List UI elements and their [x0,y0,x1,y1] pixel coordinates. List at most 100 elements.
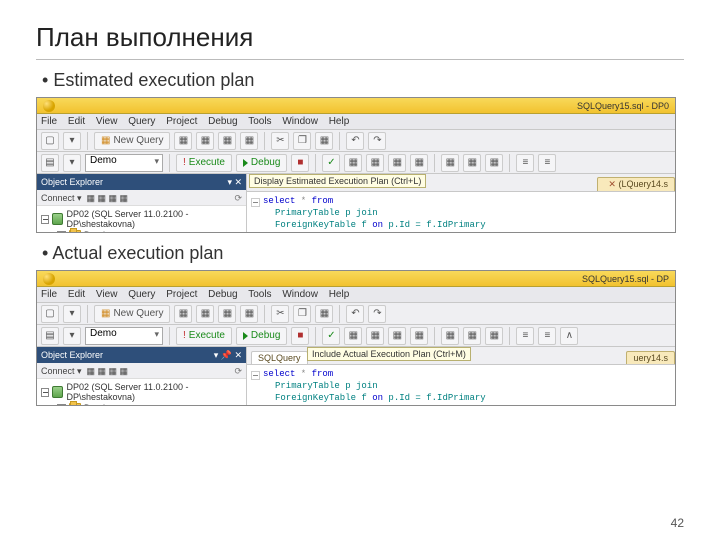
paste-icon[interactable]: ▦ [315,305,333,323]
tb-icon[interactable]: ▦ [174,132,192,150]
open-icon[interactable]: ▾ [63,305,81,323]
open-icon[interactable]: ▾ [63,132,81,150]
server-node[interactable]: DP02 (SQL Server 11.0.2100 - DP\shestako… [66,209,242,229]
copy-icon[interactable]: ❐ [293,132,311,150]
menu-file[interactable]: File [41,289,57,300]
collapse-icon[interactable] [41,388,49,397]
tb-icon[interactable]: ≡ [538,154,556,172]
fold-icon[interactable] [251,198,260,207]
menu-query[interactable]: Query [128,289,155,300]
connect-button[interactable]: Connect ▾ [41,366,82,376]
pin-icon[interactable]: ⟳ [234,190,242,206]
tab-active[interactable]: SQLQuery [251,351,308,364]
toolbar-1: ▢ ▾ ▦New Query ▦ ▦ ▦ ▦ ✂ ❐ ▦ ↶ ↷ [37,130,675,152]
new-query-button[interactable]: ▦New Query [94,132,170,150]
tb-icon[interactable]: ▦ [240,132,258,150]
tab-other[interactable]: uery14.s [626,351,675,364]
new-file-icon[interactable]: ▢ [41,132,59,150]
actual-plan-icon[interactable]: ▦ [410,327,428,345]
tb-icon[interactable]: ▦ [218,305,236,323]
copy-icon[interactable]: ❐ [293,305,311,323]
new-file-icon[interactable]: ▢ [41,305,59,323]
paste-icon[interactable]: ▦ [315,132,333,150]
estimated-plan-icon[interactable]: ▦ [344,154,362,172]
tb-icon[interactable]: ▦ [366,154,384,172]
stop-icon[interactable]: ■ [291,154,309,172]
databases-node[interactable]: Databases [84,403,127,406]
connect-button[interactable]: Connect ▾ [41,193,82,203]
menu-query[interactable]: Query [128,116,155,127]
server-node[interactable]: DP02 (SQL Server 11.0.2100 - DP\shestako… [66,382,242,402]
tb-icon[interactable]: ▦ [366,327,384,345]
cut-icon[interactable]: ✂ [271,305,289,323]
menu-window[interactable]: Window [282,289,318,300]
object-explorer-title: Object Explorer [41,174,103,190]
tb-icon[interactable]: ≡ [516,327,534,345]
tb-icon[interactable]: ▦ [218,132,236,150]
close-icon[interactable]: ▾ ✕ [227,174,242,190]
tb-icon[interactable]: ▦ [240,305,258,323]
database-selector[interactable]: Demo [85,154,163,172]
tb-icon[interactable]: ▦ [463,154,481,172]
menu-debug[interactable]: Debug [208,116,237,127]
tb-icon[interactable]: ▦ [174,305,192,323]
tb-icon[interactable]: ▦ [196,305,214,323]
estimated-plan-icon[interactable]: ▦ [344,327,362,345]
databases-node[interactable]: Databases [84,230,127,233]
menu-help[interactable]: Help [329,116,350,127]
tb-icon[interactable]: ▦ [388,327,406,345]
tb-icon[interactable]: ▦ [441,154,459,172]
tb-icon[interactable]: ▤ [41,327,59,345]
sql-editor[interactable]: select * from PrimaryTable p join Foreig… [247,365,675,406]
menu-debug[interactable]: Debug [208,289,237,300]
tb-icon[interactable]: ▦ [441,327,459,345]
execute-button[interactable]: !Execute [176,154,232,172]
collapse-icon[interactable] [41,215,49,224]
menu-project[interactable]: Project [166,289,197,300]
menu-view[interactable]: View [96,289,118,300]
tb-icon[interactable]: ▾ [63,327,81,345]
tb-icon[interactable]: ▤ [41,154,59,172]
parse-icon[interactable]: ✓ [322,154,340,172]
menu-project[interactable]: Project [166,116,197,127]
new-query-button[interactable]: ▦New Query [94,305,170,323]
tb-icon[interactable]: ▦ [485,327,503,345]
close-icon[interactable]: ▾ 📌 ✕ [214,347,242,363]
tb-icon[interactable]: ▦ [388,154,406,172]
tb-icon[interactable]: ∧ [560,327,578,345]
tb-icon[interactable]: ▦ [485,154,503,172]
sql-editor[interactable]: select * from PrimaryTable p join Foreig… [247,192,675,233]
refresh-icon[interactable]: ⟳ [234,363,242,379]
tb-icon[interactable]: ▦ [463,327,481,345]
tb-icon[interactable]: ▾ [63,154,81,172]
menu-tools[interactable]: Tools [248,289,271,300]
menu-file[interactable]: File [41,116,57,127]
tb-icon[interactable]: ≡ [538,327,556,345]
fold-icon[interactable] [251,371,260,380]
menu-window[interactable]: Window [282,116,318,127]
parse-icon[interactable]: ✓ [322,327,340,345]
cut-icon[interactable]: ✂ [271,132,289,150]
tab-other[interactable]: ✕ (LQuery14.s [597,177,675,191]
debug-button[interactable]: Debug [236,154,287,172]
tab-close-icon[interactable]: ✕ [608,179,616,189]
stop-icon[interactable]: ■ [291,327,309,345]
execute-button[interactable]: !Execute [176,327,232,345]
database-selector[interactable]: Demo [85,327,163,345]
undo-icon[interactable]: ↶ [346,305,364,323]
undo-icon[interactable]: ↶ [346,132,364,150]
actual-plan-icon[interactable]: ▦ [410,154,428,172]
collapse-icon[interactable] [57,231,66,234]
tb-icon[interactable]: ▦ [196,132,214,150]
redo-icon[interactable]: ↷ [368,305,386,323]
tb-icon[interactable]: ≡ [516,154,534,172]
menu-edit[interactable]: Edit [68,289,85,300]
debug-button[interactable]: Debug [236,327,287,345]
menu-view[interactable]: View [96,116,118,127]
object-explorer: Object Explorer▾ ✕ Connect ▾ ▦ ▦ ▦ ▦⟳ DP… [37,174,247,233]
menu-edit[interactable]: Edit [68,116,85,127]
collapse-icon[interactable] [57,404,66,407]
menu-tools[interactable]: Tools [248,116,271,127]
redo-icon[interactable]: ↷ [368,132,386,150]
menu-help[interactable]: Help [329,289,350,300]
